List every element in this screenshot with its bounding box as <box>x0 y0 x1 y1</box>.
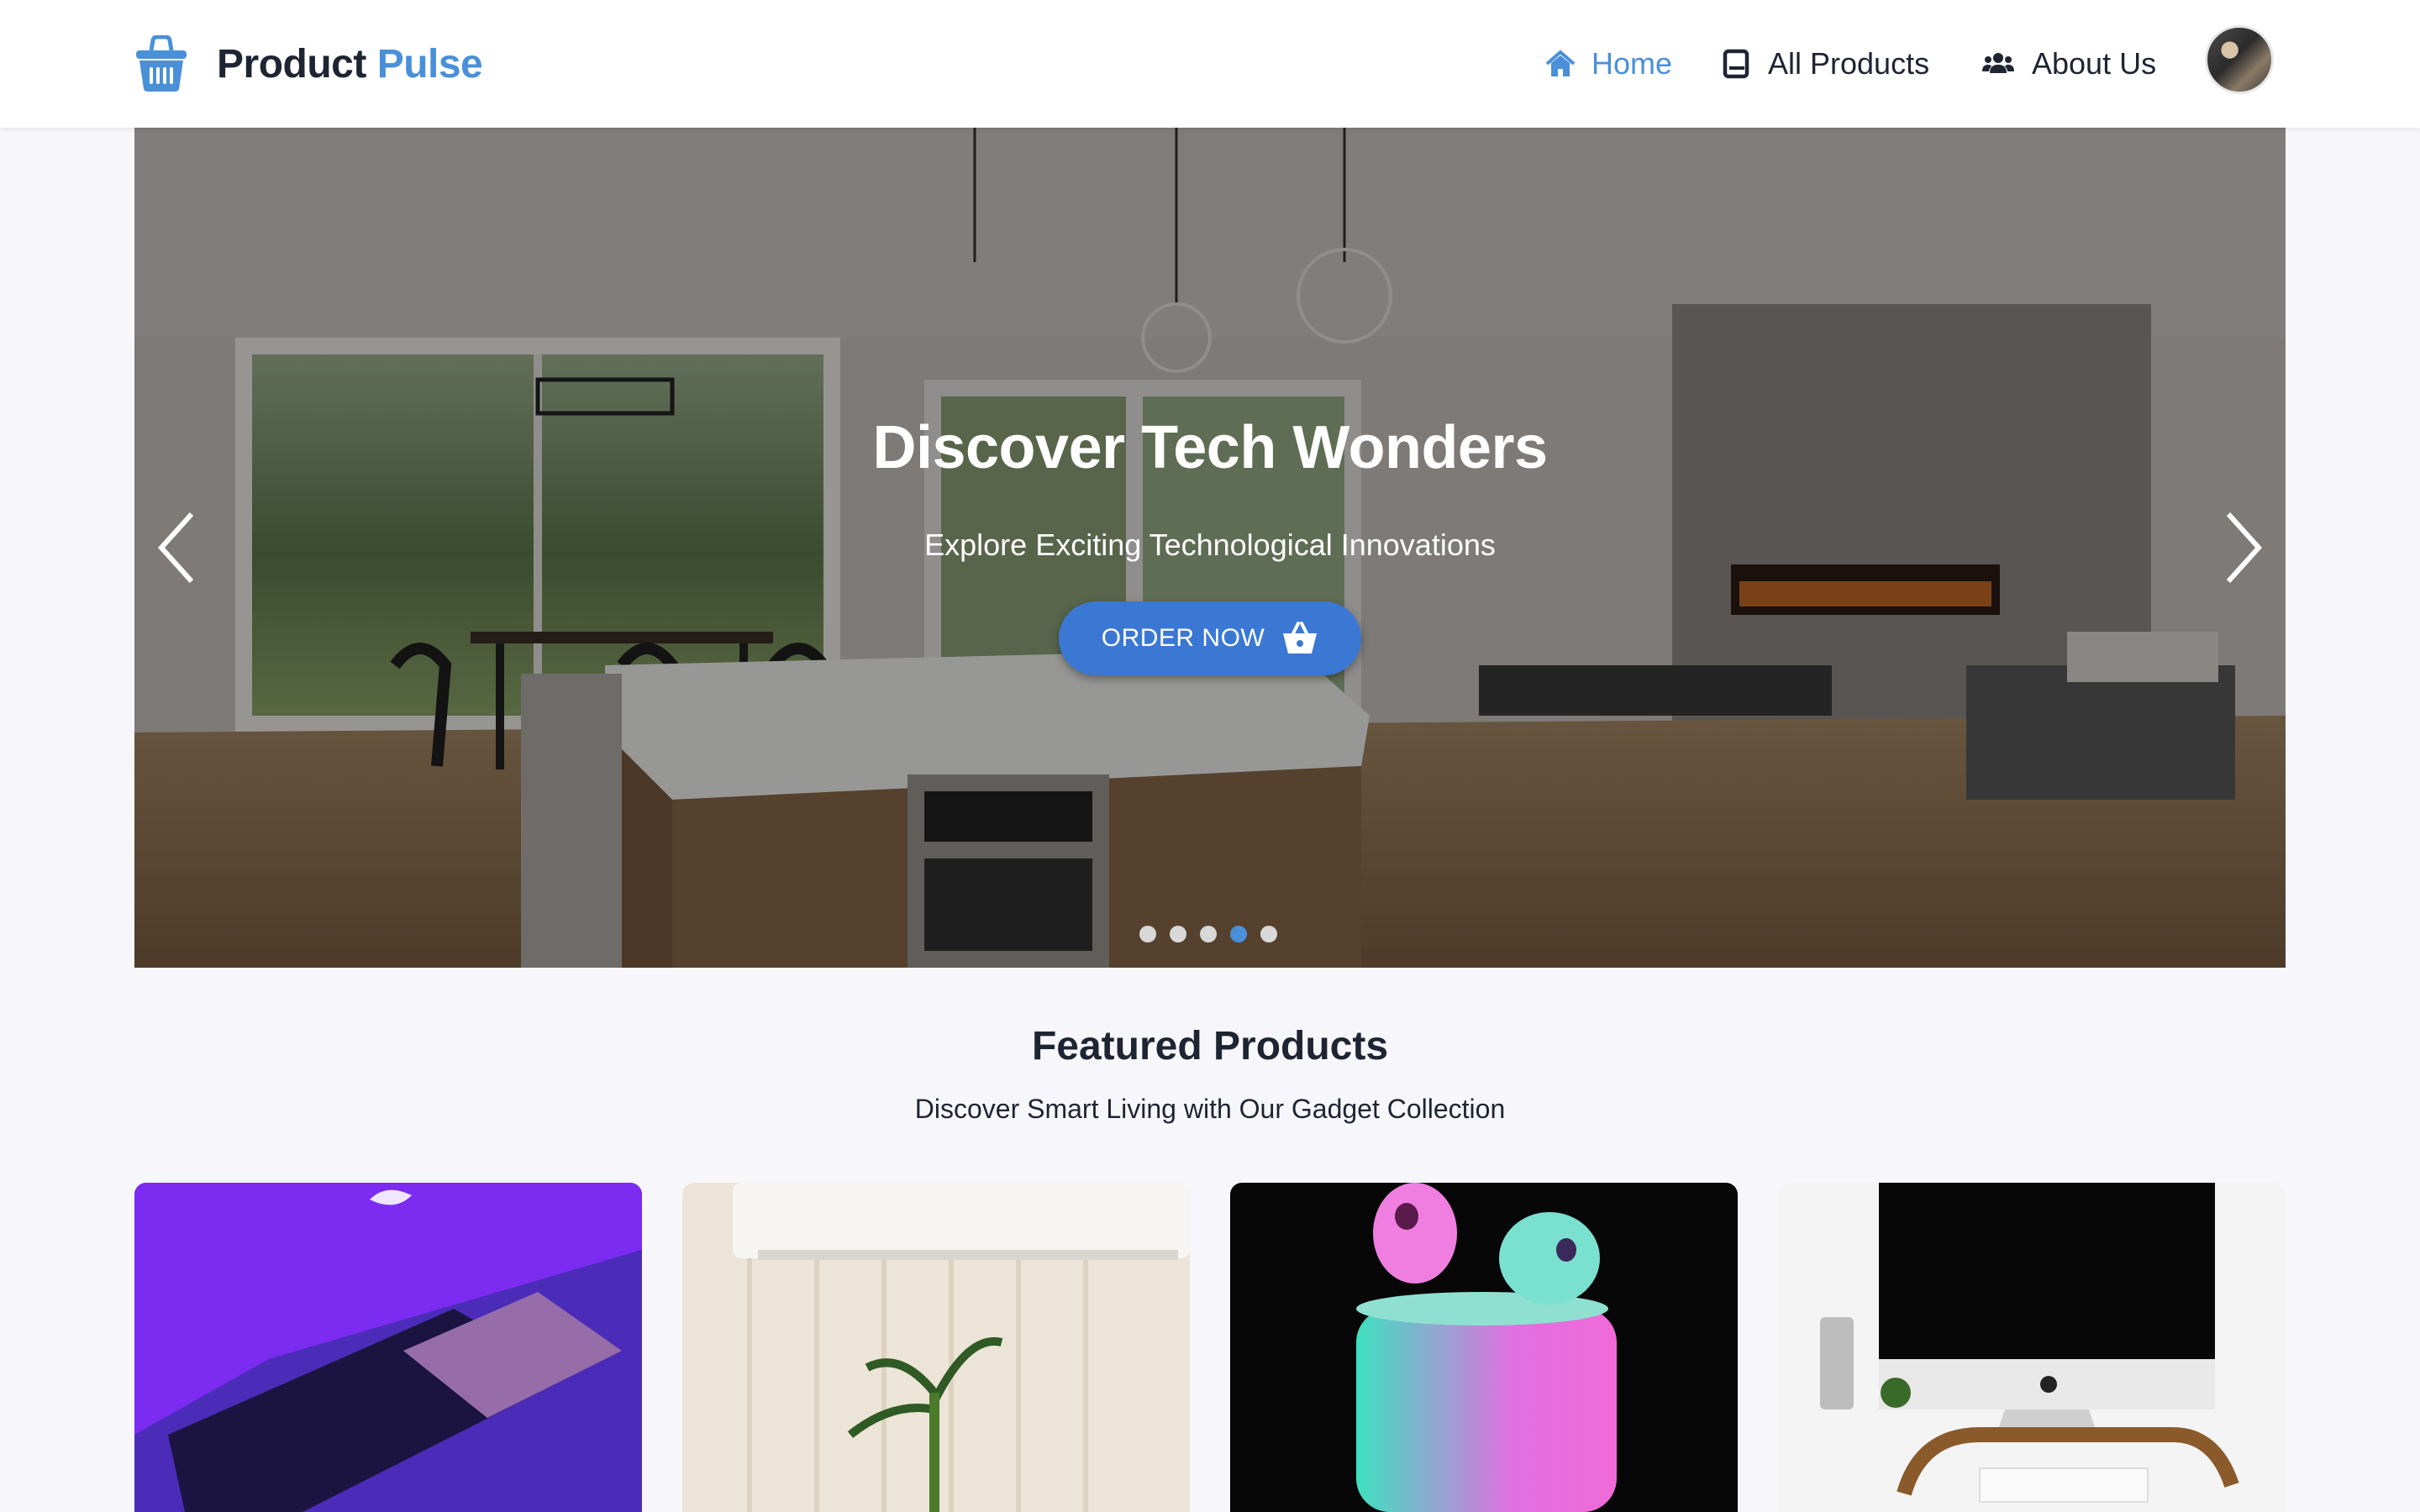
carousel-dot[interactable] <box>1200 926 1217 942</box>
nav-all-products-link[interactable]: All Products <box>1721 42 1929 86</box>
carousel-next-arrow-icon[interactable] <box>2218 506 2269 590</box>
user-avatar[interactable] <box>2205 25 2274 94</box>
hero-subtitle: Explore Exciting Technological Innovatio… <box>924 528 1496 562</box>
nav-home-link[interactable]: Home <box>1544 42 1672 86</box>
featured-products-title: Featured Products <box>1031 1024 1389 1068</box>
nav-about-link[interactable]: About Us <box>1980 42 2156 86</box>
desktop-monitor-photo <box>1778 1183 2286 1512</box>
carousel-dot[interactable] <box>1260 926 1277 942</box>
laptop-photo <box>134 1183 642 1512</box>
home-icon <box>1545 50 1576 76</box>
tablet-icon <box>1723 49 1749 79</box>
top-navbar: Product Pulse Home All Products About Us <box>0 0 2420 128</box>
order-now-label: ORDER NOW <box>1101 624 1265 652</box>
featured-products-subtitle: Discover Smart Living with Our Gadget Co… <box>914 1094 1506 1124</box>
earbuds-photo <box>1230 1183 1738 1512</box>
carousel-dot-active[interactable] <box>1230 926 1247 942</box>
nav-home-label: Home <box>1591 46 1673 81</box>
hero-title: Discover Tech Wonders <box>872 414 1548 481</box>
order-now-button[interactable]: ORDER NOW <box>1059 601 1361 675</box>
nav-all-products-label: All Products <box>1768 46 1930 81</box>
carousel-prev-arrow-icon[interactable] <box>151 506 202 590</box>
product-card-earbuds[interactable] <box>1230 1183 1738 1512</box>
users-icon <box>1982 53 2014 73</box>
carousel-dot[interactable] <box>1139 926 1156 942</box>
product-card-air-conditioner[interactable] <box>682 1183 1190 1512</box>
carousel-dot[interactable] <box>1170 926 1186 942</box>
air-conditioner-photo <box>682 1183 1190 1512</box>
hero-carousel: Discover Tech Wonders Explore Exciting T… <box>134 128 2286 968</box>
shopping-basket-icon <box>1283 622 1318 654</box>
product-card-desktop-monitor[interactable] <box>1778 1183 2286 1512</box>
main-nav: Home All Products About Us <box>0 0 2420 128</box>
nav-about-label: About Us <box>2032 46 2157 81</box>
product-card-laptop[interactable] <box>134 1183 642 1512</box>
carousel-indicators <box>1139 926 1291 942</box>
